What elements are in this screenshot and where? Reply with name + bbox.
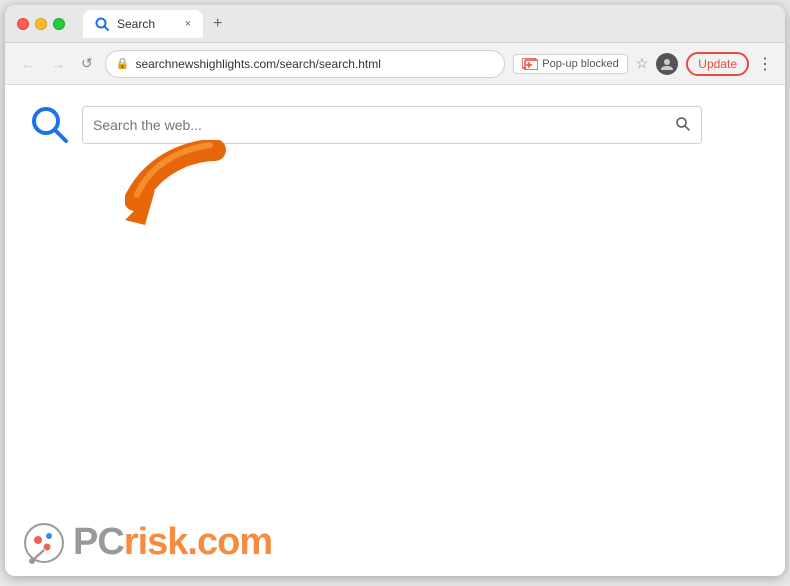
- pcrisk-icon: [23, 522, 65, 564]
- tab-close-button[interactable]: ×: [185, 18, 191, 30]
- browser-window: Search × + ← → ↺ 🔒 searchnewshighlights.…: [5, 5, 785, 576]
- title-bar: Search × +: [5, 5, 785, 43]
- update-button[interactable]: Update: [686, 52, 749, 76]
- bookmark-button[interactable]: ☆: [636, 55, 649, 72]
- site-logo: [30, 105, 70, 145]
- back-button[interactable]: ←: [17, 52, 39, 76]
- address-bar: ← → ↺ 🔒 searchnewshighlights.com/search/…: [5, 43, 785, 85]
- profile-button[interactable]: [656, 53, 678, 75]
- maximize-button[interactable]: [53, 18, 65, 30]
- minimize-button[interactable]: [35, 18, 47, 30]
- popup-blocked-badge[interactable]: Pop-up blocked: [513, 54, 627, 74]
- traffic-lights: [17, 18, 65, 30]
- pcrisk-label: PCrisk.com: [73, 521, 272, 564]
- close-button[interactable]: [17, 18, 29, 30]
- lock-icon: 🔒: [116, 57, 130, 70]
- reload-button[interactable]: ↺: [77, 51, 97, 76]
- search-submit-icon: [675, 116, 691, 132]
- search-area: [5, 85, 785, 165]
- page-content: PCrisk.com: [5, 85, 785, 576]
- url-bar[interactable]: 🔒 searchnewshighlights.com/search/search…: [105, 50, 506, 78]
- search-input[interactable]: [93, 117, 675, 133]
- popup-blocked-icon: [522, 58, 538, 70]
- watermark: PCrisk.com: [23, 521, 272, 564]
- forward-button[interactable]: →: [47, 52, 69, 76]
- profile-icon: [660, 57, 674, 71]
- tab-bar: Search × +: [83, 10, 773, 38]
- menu-button[interactable]: ⋮: [757, 54, 773, 74]
- tab-title: Search: [117, 17, 155, 31]
- active-tab[interactable]: Search ×: [83, 10, 203, 38]
- popup-blocked-label: Pop-up blocked: [542, 58, 618, 70]
- search-box[interactable]: [82, 106, 702, 144]
- tab-favicon: [95, 17, 109, 31]
- url-text: searchnewshighlights.com/search/search.h…: [135, 57, 494, 71]
- toolbar-right: Pop-up blocked ☆ Update ⋮: [513, 52, 773, 76]
- search-submit-button[interactable]: [675, 116, 691, 135]
- new-tab-button[interactable]: +: [207, 13, 228, 35]
